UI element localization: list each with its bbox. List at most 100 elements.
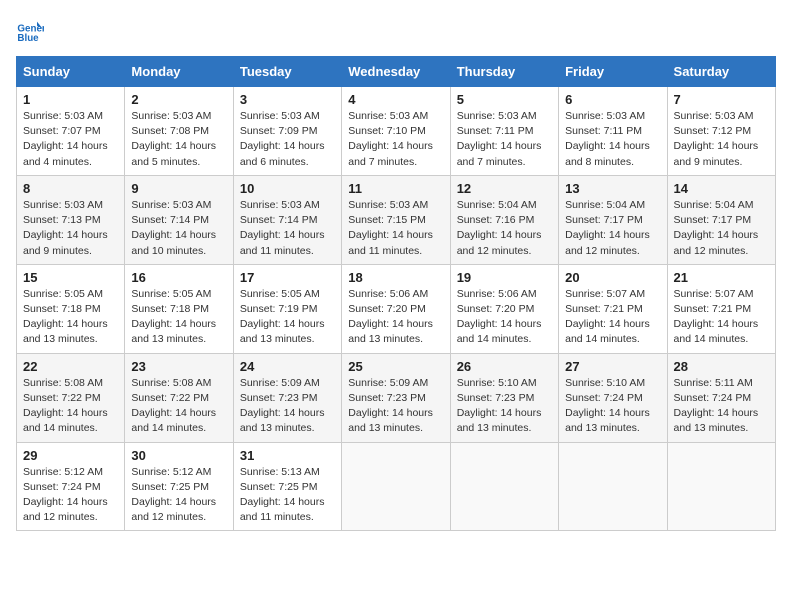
day-cell: 23 Sunrise: 5:08 AMSunset: 7:22 PMDaylig… xyxy=(125,353,233,442)
day-detail: Sunrise: 5:04 AMSunset: 7:17 PMDaylight:… xyxy=(674,199,759,257)
day-number: 6 xyxy=(565,92,660,107)
day-cell xyxy=(667,442,775,531)
day-detail: Sunrise: 5:09 AMSunset: 7:23 PMDaylight:… xyxy=(348,377,433,435)
week-row-1: 1 Sunrise: 5:03 AMSunset: 7:07 PMDayligh… xyxy=(17,87,776,176)
day-cell: 27 Sunrise: 5:10 AMSunset: 7:24 PMDaylig… xyxy=(559,353,667,442)
week-row-2: 8 Sunrise: 5:03 AMSunset: 7:13 PMDayligh… xyxy=(17,175,776,264)
day-cell: 9 Sunrise: 5:03 AMSunset: 7:14 PMDayligh… xyxy=(125,175,233,264)
day-detail: Sunrise: 5:05 AMSunset: 7:18 PMDaylight:… xyxy=(131,288,216,346)
day-number: 9 xyxy=(131,181,226,196)
header-cell-sunday: Sunday xyxy=(17,57,125,87)
day-number: 14 xyxy=(674,181,769,196)
day-number: 15 xyxy=(23,270,118,285)
day-detail: Sunrise: 5:03 AMSunset: 7:10 PMDaylight:… xyxy=(348,110,433,168)
header-cell-wednesday: Wednesday xyxy=(342,57,450,87)
day-number: 22 xyxy=(23,359,118,374)
day-detail: Sunrise: 5:10 AMSunset: 7:23 PMDaylight:… xyxy=(457,377,542,435)
day-detail: Sunrise: 5:03 AMSunset: 7:12 PMDaylight:… xyxy=(674,110,759,168)
day-detail: Sunrise: 5:03 AMSunset: 7:09 PMDaylight:… xyxy=(240,110,325,168)
day-cell: 3 Sunrise: 5:03 AMSunset: 7:09 PMDayligh… xyxy=(233,87,341,176)
day-number: 24 xyxy=(240,359,335,374)
day-cell: 22 Sunrise: 5:08 AMSunset: 7:22 PMDaylig… xyxy=(17,353,125,442)
day-cell: 10 Sunrise: 5:03 AMSunset: 7:14 PMDaylig… xyxy=(233,175,341,264)
day-number: 31 xyxy=(240,448,335,463)
day-number: 7 xyxy=(674,92,769,107)
day-number: 3 xyxy=(240,92,335,107)
day-number: 17 xyxy=(240,270,335,285)
logo: General Blue xyxy=(16,16,48,44)
svg-text:Blue: Blue xyxy=(17,33,39,44)
day-detail: Sunrise: 5:03 AMSunset: 7:15 PMDaylight:… xyxy=(348,199,433,257)
header-cell-thursday: Thursday xyxy=(450,57,558,87)
day-number: 4 xyxy=(348,92,443,107)
week-row-4: 22 Sunrise: 5:08 AMSunset: 7:22 PMDaylig… xyxy=(17,353,776,442)
day-number: 20 xyxy=(565,270,660,285)
day-number: 21 xyxy=(674,270,769,285)
day-detail: Sunrise: 5:04 AMSunset: 7:16 PMDaylight:… xyxy=(457,199,542,257)
day-detail: Sunrise: 5:10 AMSunset: 7:24 PMDaylight:… xyxy=(565,377,650,435)
day-cell: 29 Sunrise: 5:12 AMSunset: 7:24 PMDaylig… xyxy=(17,442,125,531)
day-cell: 26 Sunrise: 5:10 AMSunset: 7:23 PMDaylig… xyxy=(450,353,558,442)
week-row-3: 15 Sunrise: 5:05 AMSunset: 7:18 PMDaylig… xyxy=(17,264,776,353)
day-number: 8 xyxy=(23,181,118,196)
day-detail: Sunrise: 5:03 AMSunset: 7:11 PMDaylight:… xyxy=(565,110,650,168)
day-detail: Sunrise: 5:12 AMSunset: 7:24 PMDaylight:… xyxy=(23,466,108,524)
day-cell: 11 Sunrise: 5:03 AMSunset: 7:15 PMDaylig… xyxy=(342,175,450,264)
day-cell xyxy=(559,442,667,531)
day-number: 18 xyxy=(348,270,443,285)
logo-icon: General Blue xyxy=(16,16,44,44)
day-number: 11 xyxy=(348,181,443,196)
day-detail: Sunrise: 5:08 AMSunset: 7:22 PMDaylight:… xyxy=(23,377,108,435)
day-number: 26 xyxy=(457,359,552,374)
day-cell: 4 Sunrise: 5:03 AMSunset: 7:10 PMDayligh… xyxy=(342,87,450,176)
day-number: 23 xyxy=(131,359,226,374)
day-detail: Sunrise: 5:05 AMSunset: 7:19 PMDaylight:… xyxy=(240,288,325,346)
day-cell: 30 Sunrise: 5:12 AMSunset: 7:25 PMDaylig… xyxy=(125,442,233,531)
day-number: 19 xyxy=(457,270,552,285)
day-number: 25 xyxy=(348,359,443,374)
day-detail: Sunrise: 5:11 AMSunset: 7:24 PMDaylight:… xyxy=(674,377,759,435)
day-number: 5 xyxy=(457,92,552,107)
day-cell: 25 Sunrise: 5:09 AMSunset: 7:23 PMDaylig… xyxy=(342,353,450,442)
day-cell: 15 Sunrise: 5:05 AMSunset: 7:18 PMDaylig… xyxy=(17,264,125,353)
day-detail: Sunrise: 5:06 AMSunset: 7:20 PMDaylight:… xyxy=(457,288,542,346)
day-detail: Sunrise: 5:03 AMSunset: 7:13 PMDaylight:… xyxy=(23,199,108,257)
day-cell xyxy=(450,442,558,531)
day-detail: Sunrise: 5:12 AMSunset: 7:25 PMDaylight:… xyxy=(131,466,216,524)
day-cell: 17 Sunrise: 5:05 AMSunset: 7:19 PMDaylig… xyxy=(233,264,341,353)
day-detail: Sunrise: 5:13 AMSunset: 7:25 PMDaylight:… xyxy=(240,466,325,524)
calendar-header: SundayMondayTuesdayWednesdayThursdayFrid… xyxy=(17,57,776,87)
day-cell: 19 Sunrise: 5:06 AMSunset: 7:20 PMDaylig… xyxy=(450,264,558,353)
day-number: 29 xyxy=(23,448,118,463)
day-number: 27 xyxy=(565,359,660,374)
day-cell: 12 Sunrise: 5:04 AMSunset: 7:16 PMDaylig… xyxy=(450,175,558,264)
header-cell-tuesday: Tuesday xyxy=(233,57,341,87)
day-detail: Sunrise: 5:03 AMSunset: 7:14 PMDaylight:… xyxy=(131,199,216,257)
header-cell-monday: Monday xyxy=(125,57,233,87)
day-cell xyxy=(342,442,450,531)
day-cell: 14 Sunrise: 5:04 AMSunset: 7:17 PMDaylig… xyxy=(667,175,775,264)
header-row: SundayMondayTuesdayWednesdayThursdayFrid… xyxy=(17,57,776,87)
week-row-5: 29 Sunrise: 5:12 AMSunset: 7:24 PMDaylig… xyxy=(17,442,776,531)
day-number: 16 xyxy=(131,270,226,285)
day-cell: 28 Sunrise: 5:11 AMSunset: 7:24 PMDaylig… xyxy=(667,353,775,442)
day-cell: 13 Sunrise: 5:04 AMSunset: 7:17 PMDaylig… xyxy=(559,175,667,264)
day-number: 1 xyxy=(23,92,118,107)
day-detail: Sunrise: 5:03 AMSunset: 7:14 PMDaylight:… xyxy=(240,199,325,257)
day-detail: Sunrise: 5:07 AMSunset: 7:21 PMDaylight:… xyxy=(674,288,759,346)
day-number: 13 xyxy=(565,181,660,196)
day-cell: 2 Sunrise: 5:03 AMSunset: 7:08 PMDayligh… xyxy=(125,87,233,176)
day-detail: Sunrise: 5:03 AMSunset: 7:11 PMDaylight:… xyxy=(457,110,542,168)
day-cell: 7 Sunrise: 5:03 AMSunset: 7:12 PMDayligh… xyxy=(667,87,775,176)
day-cell: 16 Sunrise: 5:05 AMSunset: 7:18 PMDaylig… xyxy=(125,264,233,353)
day-cell: 18 Sunrise: 5:06 AMSunset: 7:20 PMDaylig… xyxy=(342,264,450,353)
calendar-table: SundayMondayTuesdayWednesdayThursdayFrid… xyxy=(16,56,776,531)
day-number: 2 xyxy=(131,92,226,107)
day-cell: 1 Sunrise: 5:03 AMSunset: 7:07 PMDayligh… xyxy=(17,87,125,176)
day-detail: Sunrise: 5:09 AMSunset: 7:23 PMDaylight:… xyxy=(240,377,325,435)
day-detail: Sunrise: 5:03 AMSunset: 7:08 PMDaylight:… xyxy=(131,110,216,168)
calendar-body: 1 Sunrise: 5:03 AMSunset: 7:07 PMDayligh… xyxy=(17,87,776,531)
day-cell: 6 Sunrise: 5:03 AMSunset: 7:11 PMDayligh… xyxy=(559,87,667,176)
day-cell: 20 Sunrise: 5:07 AMSunset: 7:21 PMDaylig… xyxy=(559,264,667,353)
day-detail: Sunrise: 5:05 AMSunset: 7:18 PMDaylight:… xyxy=(23,288,108,346)
